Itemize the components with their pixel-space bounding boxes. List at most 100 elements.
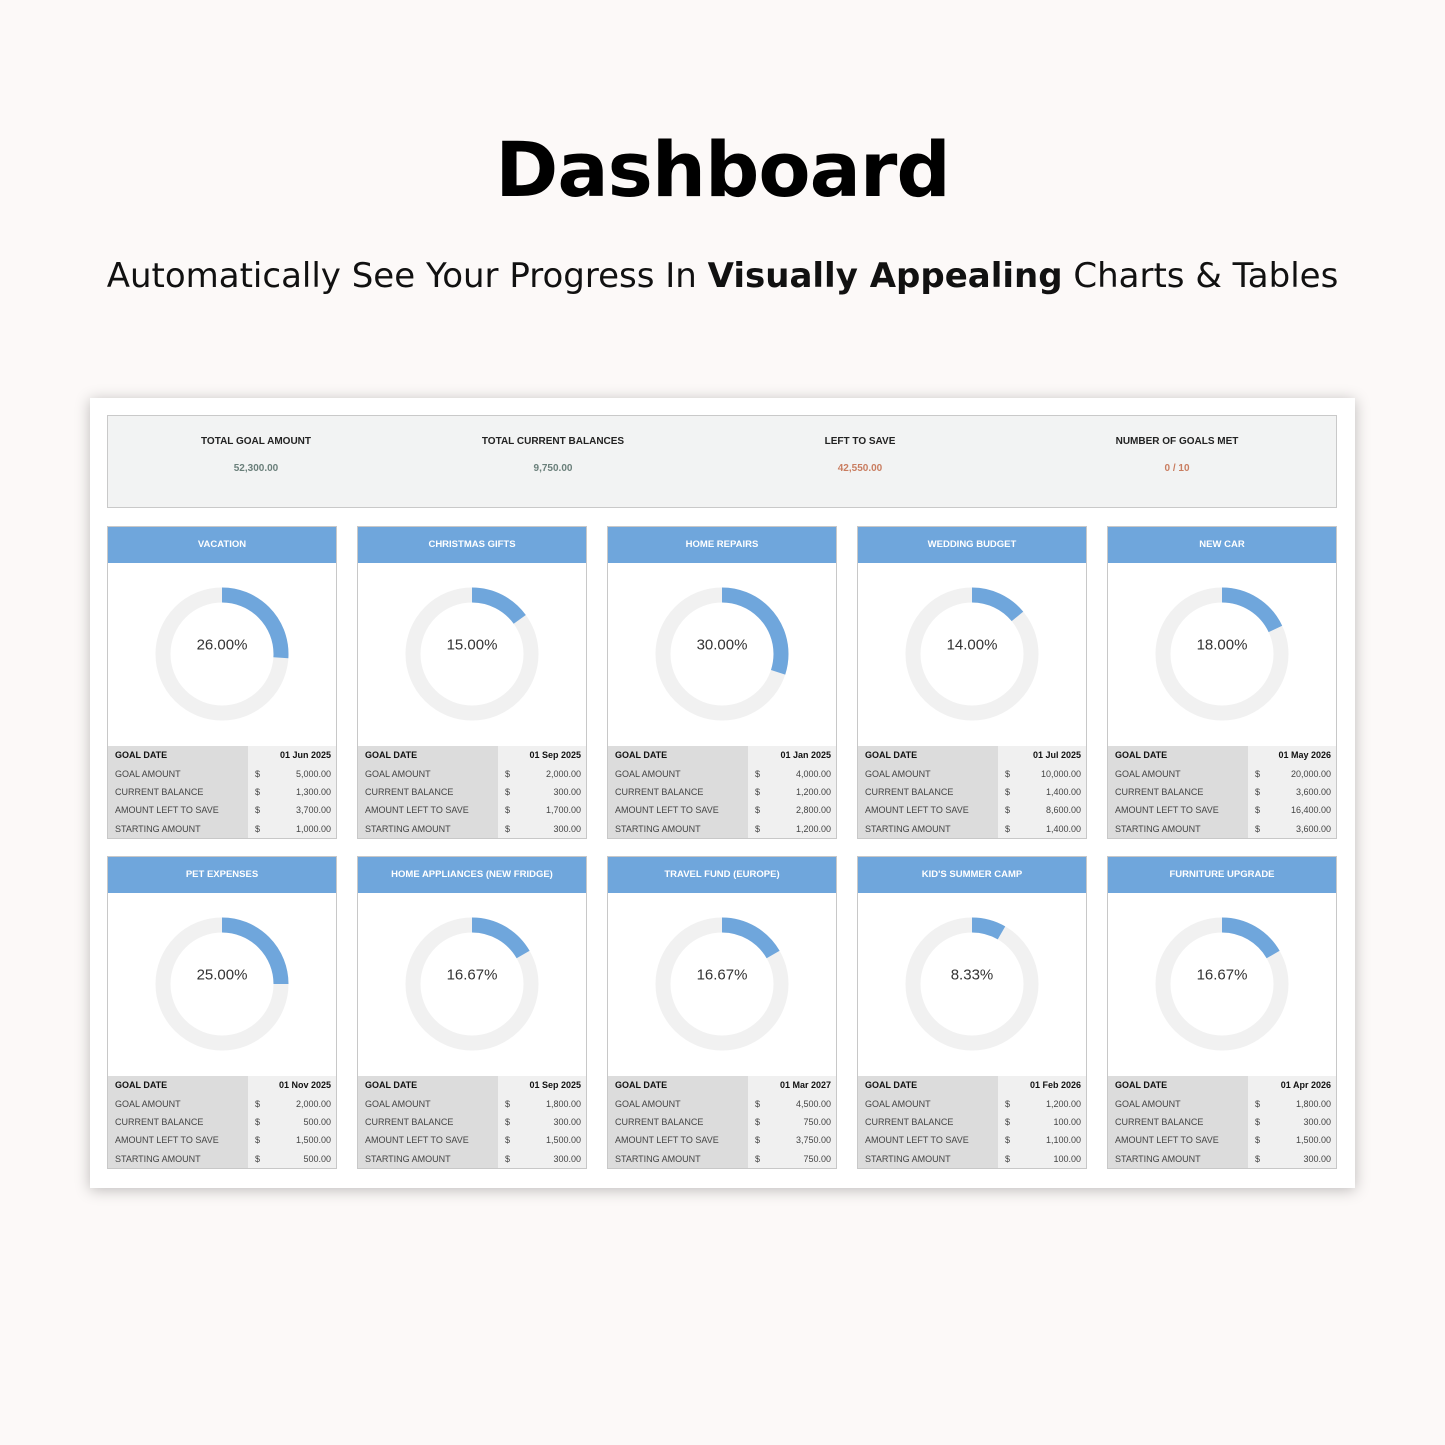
progress-donut — [905, 587, 1039, 721]
subtitle-text: Automatically See Your Progress In — [106, 256, 708, 296]
progress-percent: 30.00% — [696, 636, 748, 654]
row-value: 300.00 — [1303, 1116, 1331, 1127]
row-label: GOAL DATE — [608, 746, 748, 765]
currency-symbol: $ — [505, 805, 511, 816]
goal-title: TRAVEL FUND (EUROPE) — [608, 857, 836, 893]
goal-title: KID'S SUMMER CAMP — [858, 857, 1086, 893]
currency-symbol: $ — [755, 1135, 761, 1146]
table-row: AMOUNT LEFT TO SAVE $3,750.00 — [608, 1131, 836, 1150]
currency-symbol: $ — [505, 768, 511, 779]
currency-symbol: $ — [755, 1098, 761, 1109]
row-value: 2,000.00 — [545, 768, 581, 779]
row-value: 4,000.00 — [795, 768, 831, 779]
currency-symbol: $ — [255, 768, 261, 779]
currency-symbol: $ — [505, 1135, 511, 1146]
row-label: CURRENT BALANCE — [1108, 1112, 1248, 1132]
table-row: CURRENT BALANCE $300.00 — [358, 782, 586, 802]
goal-table: GOAL DATE 01 Jan 2025 GOAL AMOUNT $4,000.0… — [608, 746, 836, 838]
row-label: GOAL DATE — [1108, 1076, 1248, 1095]
row-label: GOAL DATE — [108, 1076, 248, 1095]
goal-table: GOAL DATE 01 Jul 2025 GOAL AMOUNT $10,000.… — [858, 746, 1086, 838]
row-label: AMOUNT LEFT TO SAVE — [1108, 801, 1248, 820]
currency-symbol: $ — [505, 823, 511, 834]
row-value: 1,200.00 — [1045, 1098, 1081, 1109]
goal-table: GOAL DATE 01 Mar 2027 GOAL AMOUNT $4,500.0… — [608, 1076, 836, 1168]
subtitle-text-end: Charts & Tables — [1062, 256, 1339, 296]
currency-symbol: $ — [1255, 1153, 1261, 1164]
row-value: 1,500.00 — [1295, 1135, 1331, 1146]
progress-percent: 16.67% — [1196, 966, 1248, 984]
currency-symbol: $ — [1005, 1116, 1011, 1127]
currency-symbol: $ — [1255, 786, 1261, 797]
row-label: AMOUNT LEFT TO SAVE — [358, 801, 498, 820]
currency-symbol: $ — [1255, 1098, 1261, 1109]
table-row: STARTING AMOUNT $300.00 — [358, 819, 586, 838]
table-row: STARTING AMOUNT $1,200.00 — [608, 819, 836, 838]
row-value: 100.00 — [1053, 1116, 1081, 1127]
row-label: CURRENT BALANCE — [358, 1112, 498, 1132]
goal-card: NEW CAR 18.00% GOAL DATE 01 May 2026 GOAL… — [1107, 526, 1337, 839]
row-label: STARTING AMOUNT — [358, 819, 498, 838]
currency-symbol: $ — [1255, 768, 1261, 779]
progress-percent: 18.00% — [1196, 636, 1248, 654]
row-label: CURRENT BALANCE — [1108, 782, 1248, 802]
goal-card: KID'S SUMMER CAMP 8.33% GOAL DATE 01 Feb … — [857, 856, 1087, 1169]
row-label: STARTING AMOUNT — [358, 1149, 498, 1168]
row-value: 3,600.00 — [1295, 786, 1331, 797]
table-row: STARTING AMOUNT $300.00 — [358, 1149, 586, 1168]
row-value: 5,000.00 — [295, 768, 331, 779]
progress-donut — [405, 587, 539, 721]
table-row: CURRENT BALANCE $300.00 — [1108, 1112, 1336, 1132]
summary-value: 42,550.00 — [837, 463, 883, 474]
goal-title: PET EXPENSES — [108, 857, 336, 893]
row-label: CURRENT BALANCE — [358, 782, 498, 802]
row-value: 01 Feb 2026 — [998, 1076, 1086, 1095]
currency-symbol: $ — [505, 1153, 511, 1164]
table-row: CURRENT BALANCE $1,400.00 — [858, 782, 1086, 802]
row-value: 10,000.00 — [1040, 768, 1081, 779]
goal-title: HOME APPLIANCES (NEW FRIDGE) — [358, 857, 586, 893]
table-row: GOAL AMOUNT $1,800.00 — [358, 1094, 586, 1113]
goal-title: HOME REPAIRS — [608, 527, 836, 563]
summary-bar: TOTAL GOAL AMOUNT 52,300.00 TOTAL CURRENT… — [107, 415, 1337, 508]
row-label: AMOUNT LEFT TO SAVE — [858, 801, 998, 820]
table-row: AMOUNT LEFT TO SAVE $8,600.00 — [858, 801, 1086, 820]
summary-label: NUMBER OF GOALS MET — [1115, 436, 1239, 447]
summary-item: LEFT TO SAVE 42,550.00 — [710, 436, 1010, 474]
progress-percent: 16.67% — [446, 966, 498, 984]
currency-symbol: $ — [255, 1135, 261, 1146]
row-value: 20,000.00 — [1290, 768, 1331, 779]
row-label: CURRENT BALANCE — [108, 782, 248, 802]
row-value: 750.00 — [803, 1153, 831, 1164]
table-row: STARTING AMOUNT $750.00 — [608, 1149, 836, 1168]
goal-table: GOAL DATE 01 Sep 2025 GOAL AMOUNT $2,000.0… — [358, 746, 586, 838]
table-row: GOAL AMOUNT $1,200.00 — [858, 1094, 1086, 1113]
row-label: GOAL DATE — [858, 1076, 998, 1095]
currency-symbol: $ — [505, 1116, 511, 1127]
table-row: GOAL AMOUNT $4,000.00 — [608, 764, 836, 783]
donut-track — [905, 917, 1039, 1051]
goal-table: GOAL DATE 01 May 2026 GOAL AMOUNT $20,000.… — [1108, 746, 1336, 838]
row-value: 1,200.00 — [795, 823, 831, 834]
table-row: AMOUNT LEFT TO SAVE $1,100.00 — [858, 1131, 1086, 1150]
row-value: 01 Mar 2027 — [748, 1076, 836, 1095]
currency-symbol: $ — [1005, 1098, 1011, 1109]
row-value: 1,200.00 — [795, 786, 831, 797]
row-value: 300.00 — [553, 1116, 581, 1127]
table-row: GOAL AMOUNT $20,000.00 — [1108, 764, 1336, 783]
table-row: GOAL AMOUNT $2,000.00 — [358, 764, 586, 783]
row-value: 3,700.00 — [295, 805, 331, 816]
row-label: CURRENT BALANCE — [608, 1112, 748, 1132]
table-row: STARTING AMOUNT $1,000.00 — [108, 819, 336, 838]
progress-donut — [1155, 587, 1289, 721]
page-title: Dashboard — [495, 125, 951, 214]
goal-table: GOAL DATE 01 Sep 2025 GOAL AMOUNT $1,800.0… — [358, 1076, 586, 1168]
goal-title: NEW CAR — [1108, 527, 1336, 563]
currency-symbol: $ — [755, 823, 761, 834]
goal-title: WEDDING BUDGET — [858, 527, 1086, 563]
currency-symbol: $ — [1255, 1116, 1261, 1127]
row-value: 01 Sep 2025 — [498, 746, 586, 765]
table-row: AMOUNT LEFT TO SAVE $2,800.00 — [608, 801, 836, 820]
currency-symbol: $ — [255, 786, 261, 797]
summary-item: TOTAL CURRENT BALANCES 9,750.00 — [403, 436, 703, 474]
